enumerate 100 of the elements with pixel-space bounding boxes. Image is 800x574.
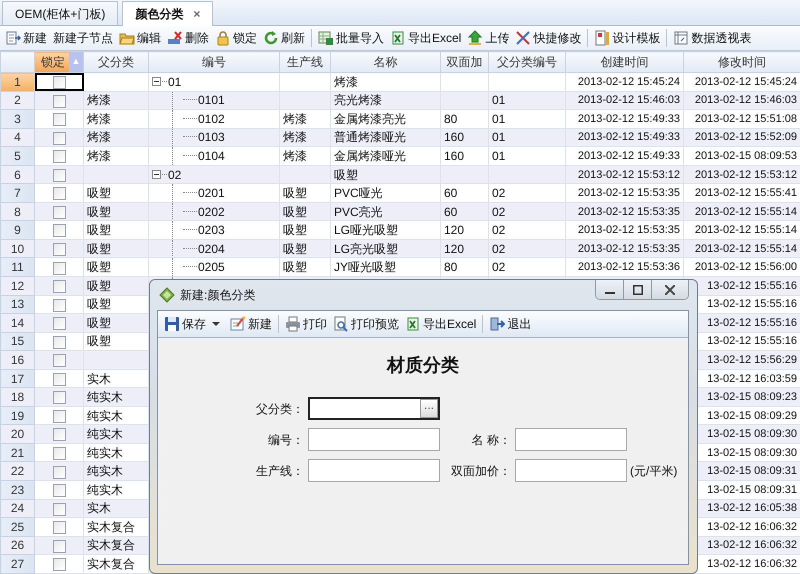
- table-cell: 实木复合: [84, 536, 148, 555]
- toolbar-button[interactable]: 编辑: [116, 27, 164, 49]
- minimize-button[interactable]: [596, 280, 624, 299]
- column-header[interactable]: 父分类: [84, 52, 148, 72]
- corner-header: [0, 52, 34, 72]
- row-number: 9: [0, 220, 34, 240]
- checkbox[interactable]: [52, 558, 66, 572]
- close-button[interactable]: ×: [193, 5, 200, 23]
- toolbar-button[interactable]: 快捷修改: [512, 27, 584, 49]
- checkbox[interactable]: [52, 428, 66, 442]
- lookup-field[interactable]: ···: [308, 397, 440, 420]
- toolbar-button[interactable]: 新建: [2, 27, 50, 49]
- column-header[interactable]: 编号: [148, 52, 280, 72]
- checkbox[interactable]: [52, 372, 66, 386]
- checkbox[interactable]: [52, 502, 66, 516]
- checkbox[interactable]: [52, 262, 66, 275]
- row-number: 19: [0, 406, 34, 425]
- toolbar-button[interactable]: 批量导入: [315, 27, 387, 49]
- column-header[interactable]: 名称: [330, 52, 440, 72]
- toolbar-button[interactable]: 新建子节点: [50, 27, 116, 49]
- table-cell: 02: [168, 166, 182, 182]
- checkbox[interactable]: [52, 447, 66, 460]
- tab-label[interactable]: 颜色分类: [135, 5, 184, 23]
- checkbox[interactable]: [52, 150, 66, 164]
- checkbox[interactable]: [52, 317, 66, 330]
- toolbar-button[interactable]: 保存: [161, 313, 227, 335]
- toolbar-button[interactable]: 退出: [486, 313, 534, 335]
- column-header[interactable]: 双面加: [440, 52, 488, 72]
- row-number: 13: [0, 295, 34, 314]
- checkbox[interactable]: [52, 484, 66, 498]
- input-field[interactable]: [308, 428, 440, 451]
- checkbox[interactable]: [52, 280, 66, 294]
- input-field[interactable]: [515, 459, 627, 482]
- checkbox[interactable]: [52, 354, 66, 368]
- column-header[interactable]: 修改时间: [684, 52, 800, 72]
- checkbox[interactable]: [52, 391, 66, 404]
- table-cell: 吸塑: [84, 202, 148, 221]
- table-cell: 烤漆: [280, 110, 330, 128]
- row-number: 23: [0, 480, 34, 500]
- toolbar-button[interactable]: 设计模板: [591, 27, 664, 49]
- checkbox[interactable]: [52, 298, 66, 312]
- new-document-icon: [230, 316, 246, 332]
- toolbar-button[interactable]: 打印预览: [330, 313, 402, 335]
- checkbox[interactable]: [52, 410, 66, 423]
- row-number: 12: [0, 276, 34, 296]
- toolbar-button[interactable]: 上传: [464, 27, 512, 49]
- toolbar-button[interactable]: 新建: [227, 313, 275, 335]
- template-icon: [594, 30, 610, 46]
- table-cell: 2013-02-12 15:46:03: [684, 91, 800, 110]
- close-button[interactable]: [652, 280, 688, 299]
- tab[interactable]: OEM(柜体+门板): [2, 1, 118, 25]
- spreadsheet-icon: [318, 30, 334, 46]
- checkbox[interactable]: [52, 243, 66, 256]
- collapse-icon[interactable]: [152, 170, 161, 179]
- toolbar-button[interactable]: 导出Excel: [387, 27, 464, 49]
- close-icon: [665, 284, 675, 294]
- column-header[interactable]: 生产线: [280, 52, 330, 72]
- row-number: 3: [0, 110, 34, 128]
- checkbox[interactable]: [52, 466, 66, 479]
- toolbar-button[interactable]: 删除: [164, 27, 212, 49]
- checkbox[interactable]: [52, 224, 66, 238]
- browse-button[interactable]: ···: [420, 399, 438, 418]
- table-cell: 吸塑: [280, 202, 330, 221]
- column-header[interactable]: 父分类编号: [488, 52, 566, 72]
- collapse-icon[interactable]: [152, 77, 161, 86]
- checkbox[interactable]: [52, 206, 66, 219]
- field-label: 双面加价：: [450, 462, 512, 480]
- table-cell: PVC亮光: [330, 202, 440, 221]
- checkbox[interactable]: [52, 187, 66, 200]
- table-cell: 160: [440, 128, 488, 147]
- table-cell: 金属烤漆哑光: [330, 146, 440, 166]
- input-field[interactable]: [308, 459, 440, 482]
- table-cell: 烤漆: [330, 72, 440, 92]
- checkbox[interactable]: [52, 521, 66, 534]
- checkbox[interactable]: [52, 336, 66, 349]
- checkbox[interactable]: [52, 76, 66, 90]
- maximize-button[interactable]: [624, 280, 652, 299]
- checkbox[interactable]: [52, 113, 66, 126]
- toolbar-button[interactable]: 锁定: [212, 27, 260, 49]
- checkbox[interactable]: [52, 132, 66, 145]
- checkbox[interactable]: [52, 94, 66, 108]
- column-header[interactable]: 创建时间: [566, 52, 684, 72]
- checkbox[interactable]: [52, 168, 66, 182]
- table-cell: 80: [440, 110, 488, 128]
- toolbar-button[interactable]: 刷新: [260, 27, 308, 49]
- table-cell: 烤漆: [84, 146, 148, 166]
- column-header[interactable]: 锁定 ▲: [34, 52, 84, 72]
- table-cell: 吸塑: [330, 165, 440, 184]
- table-cell: 亮光烤漆: [330, 91, 440, 110]
- table-cell: 60: [440, 202, 488, 221]
- input-field[interactable]: [515, 428, 627, 451]
- toolbar-button[interactable]: 数据透视表: [670, 27, 754, 49]
- field-label: 生产线：: [255, 462, 305, 480]
- row-number: 14: [0, 314, 34, 332]
- table-cell: 吸塑: [84, 220, 148, 240]
- table-cell: 02: [488, 202, 566, 221]
- toolbar-button[interactable]: 打印: [282, 313, 330, 335]
- diamond-icon: [159, 287, 175, 303]
- toolbar-button[interactable]: 导出Excel: [402, 313, 480, 335]
- checkbox[interactable]: [52, 540, 66, 553]
